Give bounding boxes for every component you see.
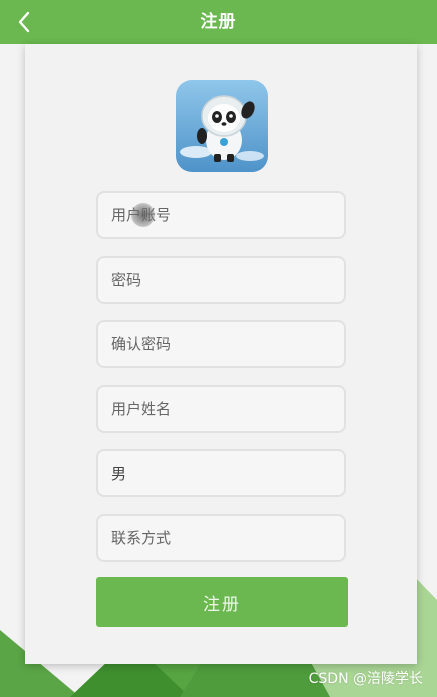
watermark-text: CSDN @涪陵学长 — [308, 671, 423, 687]
name-field[interactable] — [96, 385, 346, 433]
confirm-password-field[interactable] — [96, 320, 346, 368]
top-bar: 注册 — [0, 0, 437, 44]
contact-field[interactable] — [96, 514, 346, 562]
gender-field[interactable] — [96, 449, 346, 497]
page-title: 注册 — [200, 12, 237, 32]
mouse-cursor-indicator — [131, 203, 155, 227]
password-field[interactable] — [96, 256, 346, 304]
register-button[interactable]: 注册 — [96, 577, 348, 627]
app-logo-image — [176, 80, 268, 172]
